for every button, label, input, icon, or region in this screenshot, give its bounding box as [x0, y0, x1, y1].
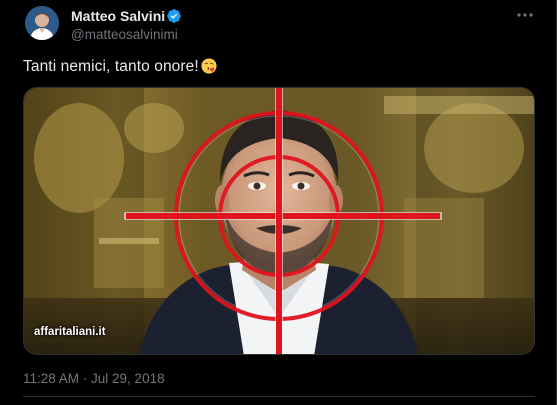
author-avatar[interactable]	[25, 6, 59, 40]
verified-badge-icon	[167, 9, 181, 23]
media-photo	[24, 88, 534, 354]
tweet-text-content: Tanti nemici, tanto onore!	[23, 58, 199, 75]
divider	[23, 396, 535, 397]
author-display-name[interactable]: Matteo Salvini	[71, 8, 165, 25]
avatar-image	[25, 6, 59, 40]
media-watermark: affaritaliani.it	[34, 326, 106, 338]
more-options-icon	[517, 13, 533, 17]
face-blowing-a-kiss-icon	[201, 58, 217, 74]
tweet-media-image[interactable]: affaritaliani.it	[23, 87, 535, 355]
author-handle[interactable]: @matteosalvinimi	[71, 27, 178, 43]
tweet-text: Tanti nemici, tanto onore!	[23, 57, 217, 77]
tweet-card: Matteo Salvini @matteosalvinimi Tanti ne…	[0, 0, 557, 405]
tweet-timestamp[interactable]: 11:28 AM · Jul 29, 2018	[23, 371, 165, 387]
more-options-button[interactable]	[512, 4, 538, 26]
